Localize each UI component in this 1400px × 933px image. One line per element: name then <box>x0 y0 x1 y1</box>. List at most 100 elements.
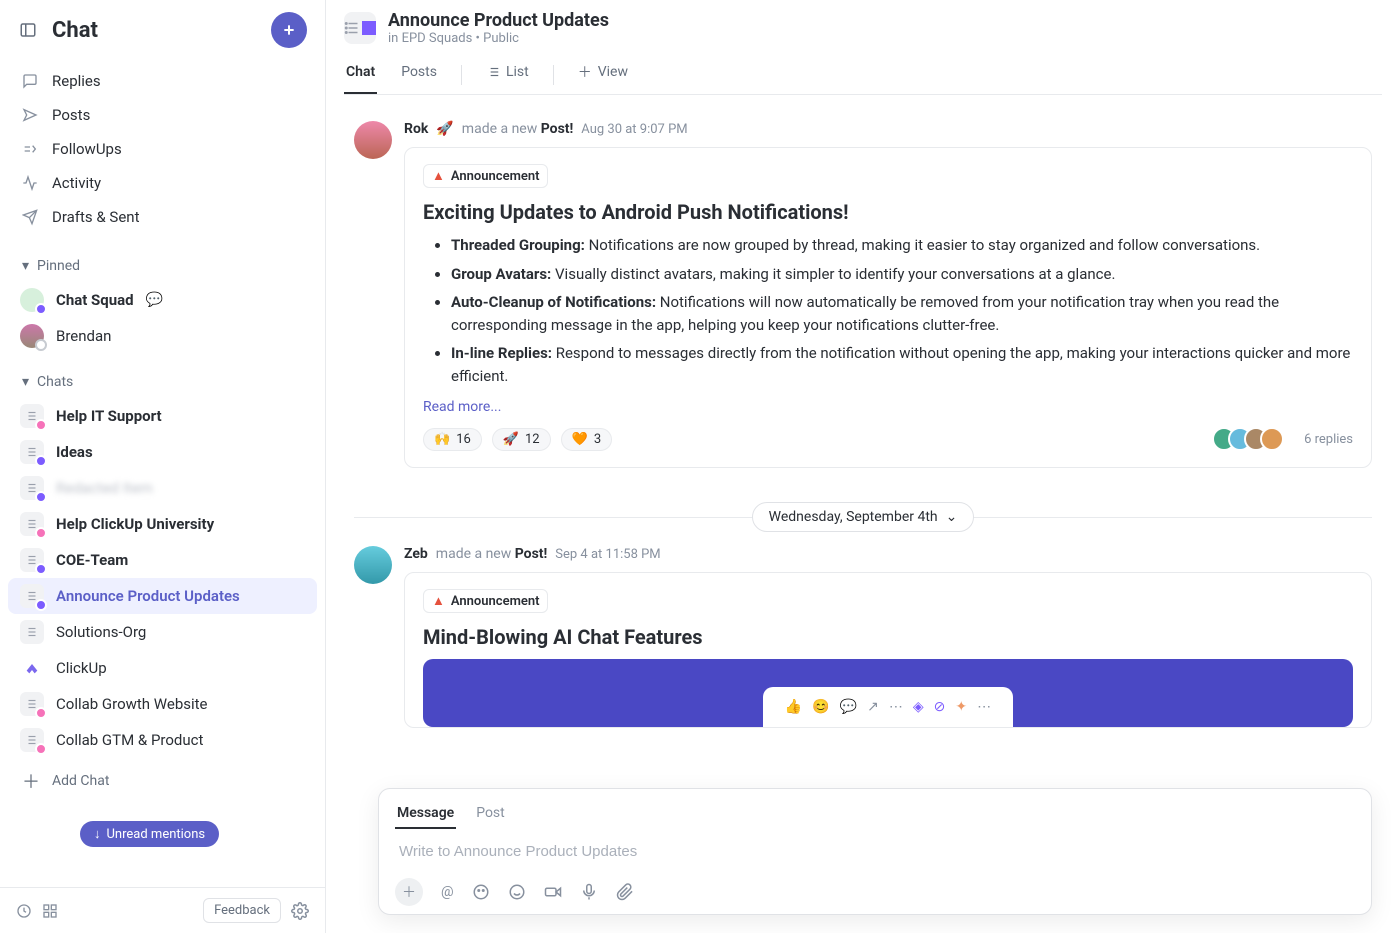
announcement-badge: ▲Announcement <box>423 589 548 613</box>
composer-tabs: Message Post <box>395 799 1355 829</box>
bullet-item: Auto-Cleanup of Notifications: Notificat… <box>451 291 1353 336</box>
bullet-item: In-line Replies: Respond to messages dir… <box>451 342 1353 387</box>
reaction[interactable]: 🧡3 <box>561 428 613 451</box>
grid-icon[interactable] <box>42 903 58 919</box>
pinned-section: ▾ Pinned Chat Squad 💬 Brendan <box>0 250 325 354</box>
chevron-down-icon: ⌄ <box>946 509 958 525</box>
chat-item[interactable]: Ideas <box>8 434 317 470</box>
add-button[interactable]: ＋ <box>395 878 423 906</box>
nav-drafts[interactable]: Drafts & Sent <box>8 200 317 234</box>
chat-item[interactable]: Announce Product Updates <box>8 578 317 614</box>
embed-preview: 👍😊💬↗⋯◈⊘✦⋯ <box>423 659 1353 727</box>
nav-followups[interactable]: FollowUps <box>8 132 317 166</box>
announcement-badge: ▲Announcement <box>423 164 548 188</box>
attach-icon[interactable] <box>616 883 634 901</box>
author-name[interactable]: Rok <box>404 121 428 137</box>
followups-icon <box>22 141 38 157</box>
bullet-item: Threaded Grouping: Notifications are now… <box>451 234 1353 257</box>
post-meta: Rok 🚀 made a new Post! Aug 30 at 9:07 PM <box>404 121 1372 137</box>
chat-name: Ideas <box>56 443 93 461</box>
tab-chat[interactable]: Chat <box>344 58 377 94</box>
panel-toggle-icon[interactable] <box>18 20 38 40</box>
chat-name: Redacted Item <box>56 479 153 497</box>
nav-posts[interactable]: Posts <box>8 98 317 132</box>
separator <box>461 65 462 85</box>
feedback-button[interactable]: Feedback <box>203 898 281 923</box>
sidebar-footer: Feedback <box>0 887 325 933</box>
separator <box>553 65 554 85</box>
pinned-header[interactable]: ▾ Pinned <box>0 250 325 282</box>
activity-icon <box>22 175 38 191</box>
chats-header[interactable]: ▾ Chats <box>0 366 325 398</box>
chat-bubble-icon: 💬 <box>146 292 163 308</box>
post-card[interactable]: ▲Announcement Exciting Updates to Androi… <box>404 147 1372 468</box>
chat-item[interactable]: Help IT Support <box>8 398 317 434</box>
post-title: Mind-Blowing AI Chat Features <box>423 625 1353 649</box>
tab-add-view[interactable]: ＋View <box>576 56 630 94</box>
chat-item[interactable]: Collab Growth Website <box>8 686 317 722</box>
replies-count[interactable]: 6 replies <box>1304 432 1353 447</box>
composer-actions: ＋ @ <box>395 874 1355 906</box>
nav-replies[interactable]: Replies <box>8 64 317 98</box>
drafts-icon <box>22 209 38 225</box>
post-timestamp: Aug 30 at 9:07 PM <box>581 122 687 137</box>
ai-icon[interactable] <box>472 883 490 901</box>
composer-tab-message[interactable]: Message <box>395 799 456 829</box>
gear-icon[interactable] <box>291 902 309 920</box>
nav-activity[interactable]: Activity <box>8 166 317 200</box>
emoji-icon[interactable] <box>508 883 526 901</box>
list-icon <box>20 584 44 608</box>
tab-list[interactable]: List <box>484 58 531 92</box>
chat-item[interactable]: ClickUp <box>8 650 317 686</box>
chat-item[interactable]: COE-Team <box>8 542 317 578</box>
announcement-icon: ▲ <box>432 593 445 609</box>
video-icon[interactable] <box>544 883 562 901</box>
list-icon <box>20 440 44 464</box>
chat-item[interactable]: Help ClickUp University <box>8 506 317 542</box>
mic-icon[interactable] <box>580 883 598 901</box>
avatar <box>20 288 44 312</box>
channel-icon <box>344 12 376 44</box>
post-card[interactable]: ▲Announcement Mind-Blowing AI Chat Featu… <box>404 572 1372 728</box>
clock-icon[interactable] <box>16 903 32 919</box>
composer-tab-post[interactable]: Post <box>474 799 507 829</box>
avatar <box>20 324 44 348</box>
sidebar-header: Chat <box>0 0 325 60</box>
pinned-chat-squad[interactable]: Chat Squad 💬 <box>8 282 317 318</box>
date-chip[interactable]: Wednesday, September 4th ⌄ <box>752 502 975 532</box>
pinned-brendan[interactable]: Brendan <box>8 318 317 354</box>
replies-avatar-stack[interactable] <box>1220 427 1284 451</box>
tab-posts[interactable]: Posts <box>399 58 439 92</box>
chevron-down-icon: ▾ <box>22 258 29 274</box>
read-more-link[interactable]: Read more... <box>423 399 1353 415</box>
mention-icon[interactable]: @ <box>441 884 454 900</box>
reply-icon <box>22 73 38 89</box>
chat-item[interactable]: Solutions-Org <box>8 614 317 650</box>
chat-name: Help IT Support <box>56 407 162 425</box>
compose-button[interactable] <box>271 12 307 48</box>
post: Zeb made a new Post! Sep 4 at 11:58 PM ▲… <box>326 536 1400 738</box>
reaction[interactable]: 🙌16 <box>423 428 482 451</box>
avatar[interactable] <box>354 546 392 584</box>
announcement-icon: ▲ <box>432 168 445 184</box>
list-icon <box>20 728 44 752</box>
chat-item[interactable]: Collab GTM & Product <box>8 722 317 758</box>
list-icon <box>20 404 44 428</box>
sidebar-nav: Replies Posts FollowUps Activity Drafts … <box>0 60 325 238</box>
message-input[interactable] <box>395 829 1355 874</box>
chat-item[interactable]: Redacted Item <box>8 470 317 506</box>
list-icon <box>486 65 500 79</box>
chat-name: Solutions-Org <box>56 623 146 641</box>
channel-title: Announce Product Updates <box>388 10 609 31</box>
post-action: made a new Post! <box>436 546 548 562</box>
add-chat-button[interactable]: ＋ Add Chat <box>0 758 325 804</box>
reaction[interactable]: 🚀12 <box>492 428 551 451</box>
chats-section: ▾ Chats Help IT Support Ideas Redacted Ite… <box>0 366 325 887</box>
main-tabs: Chat Posts List ＋View <box>344 56 1382 95</box>
list-icon <box>20 476 44 500</box>
list-icon <box>20 512 44 536</box>
avatar[interactable] <box>354 121 392 159</box>
unread-mentions-pill[interactable]: ↓ Unread mentions <box>80 821 219 847</box>
author-name[interactable]: Zeb <box>404 546 428 562</box>
clickup-logo-icon <box>20 656 44 680</box>
